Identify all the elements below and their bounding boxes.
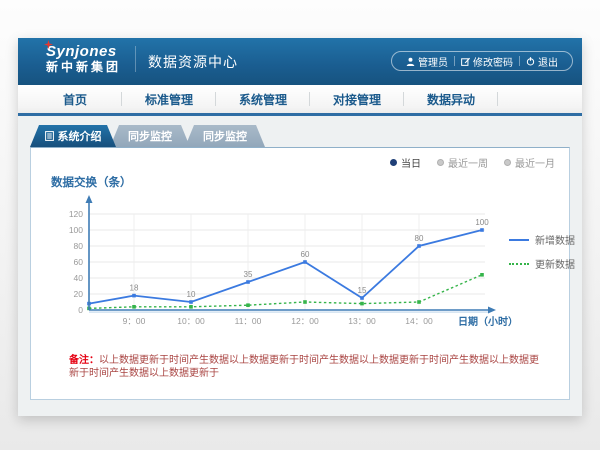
svg-text:100: 100	[69, 225, 83, 235]
nav-item-home[interactable]: 首页	[28, 85, 122, 113]
document-icon	[45, 131, 54, 141]
change-password-button[interactable]: 修改密码	[455, 54, 519, 69]
main-navigation: 首页 标准管理 系统管理 对接管理 数据异动	[18, 85, 582, 113]
tab-sync-monitor-1[interactable]: 同步监控	[110, 125, 190, 147]
chart-y-axis-title: 数据交换（条）	[51, 174, 132, 190]
legend-swatch-solid	[509, 239, 529, 241]
footnote-label: 备注：	[69, 355, 99, 366]
screen: Synjones 新中新集团 数据资源中心 管理员 修改密码	[0, 0, 600, 450]
time-range-filter: 当日 最近一周 最近一月	[390, 155, 555, 170]
legend-label: 更新数据	[535, 256, 575, 271]
svg-text:80: 80	[415, 234, 424, 243]
footnote-text: 以上数据更新于时间产生数据以上数据更新于时间产生数据以上数据更新于时间产生数据以…	[69, 355, 539, 379]
radio-last-week[interactable]: 最近一周	[437, 155, 488, 170]
tab-label: 系统介绍	[58, 128, 102, 144]
brand: Synjones 新中新集团 数据资源中心	[46, 43, 238, 75]
footnote: 备注：以上数据更新于时间产生数据以上数据更新于时间产生数据以上数据更新于时间产生…	[69, 354, 539, 380]
portal-page: Synjones 新中新集团 数据资源中心 管理员 修改密码	[18, 38, 582, 416]
tab-label: 同步监控	[128, 128, 172, 144]
logo-star-icon	[44, 40, 53, 49]
svg-text:60: 60	[74, 257, 84, 267]
company-logo: Synjones 新中新集团	[46, 43, 135, 75]
edit-icon	[461, 57, 470, 66]
svg-text:11：00: 11：00	[235, 316, 262, 326]
tab-label: 同步监控	[203, 128, 247, 144]
svg-text:10：00: 10：00	[177, 316, 205, 326]
svg-text:18: 18	[130, 284, 139, 293]
svg-text:120: 120	[69, 209, 83, 219]
logo-text: Synjones	[46, 43, 121, 60]
svg-text:10: 10	[187, 290, 196, 299]
tab-bar: 同步监控 同步监控 系统介绍	[30, 125, 582, 147]
nav-item-integration-management[interactable]: 对接管理	[310, 85, 404, 113]
svg-text:35: 35	[244, 270, 253, 279]
svg-text:40: 40	[74, 273, 84, 283]
brand-divider	[135, 46, 136, 72]
radio-unselected-icon	[504, 159, 511, 166]
svg-text:0: 0	[78, 305, 83, 315]
logout-button[interactable]: 退出	[520, 54, 564, 69]
line-chart: 0 20 40 60 80 100 120 9：00 10：00 11：00 12：00 13：00 1…	[39, 192, 519, 334]
user-button[interactable]: 管理员	[400, 54, 454, 69]
change-password-label: 修改密码	[473, 54, 513, 69]
radio-today[interactable]: 当日	[390, 155, 421, 170]
radio-selected-icon	[390, 159, 397, 166]
svg-text:15: 15	[358, 286, 367, 295]
svg-text:60: 60	[301, 250, 310, 259]
chart-panel: 当日 最近一周 最近一月 数据交换（条） 0 20 40 60 80 100 120 9：00…	[30, 147, 570, 400]
svg-text:13：00: 13：00	[348, 316, 376, 326]
tab-system-intro[interactable]: 系统介绍	[30, 125, 116, 147]
svg-text:80: 80	[74, 241, 84, 251]
nav-item-system-management[interactable]: 系统管理	[216, 85, 310, 113]
svg-text:20: 20	[74, 289, 84, 299]
svg-text:9：00: 9：00	[123, 316, 146, 326]
radio-last-month[interactable]: 最近一月	[504, 155, 555, 170]
nav-item-standard-management[interactable]: 标准管理	[122, 85, 216, 113]
radio-label: 最近一月	[515, 155, 555, 170]
svg-text:14：00: 14：00	[405, 316, 433, 326]
chart-legend: 新增数据 更新数据	[509, 232, 575, 271]
app-header: Synjones 新中新集团 数据资源中心 管理员 修改密码	[18, 38, 582, 85]
user-label: 管理员	[418, 54, 448, 69]
svg-text:12：00: 12：00	[291, 316, 319, 326]
power-icon	[526, 57, 535, 66]
legend-item-new-data[interactable]: 新增数据	[509, 232, 575, 247]
radio-unselected-icon	[437, 159, 444, 166]
user-toolbar: 管理员 修改密码 退出	[391, 51, 573, 71]
page-title: 数据资源中心	[148, 52, 238, 72]
tab-sync-monitor-2[interactable]: 同步监控	[185, 125, 265, 147]
radio-label: 当日	[401, 155, 421, 170]
svg-text:100: 100	[475, 218, 489, 227]
user-icon	[406, 57, 415, 66]
legend-swatch-dashed	[509, 263, 529, 265]
logout-label: 退出	[538, 54, 558, 69]
nav-item-data-changes[interactable]: 数据异动	[404, 85, 498, 113]
legend-label: 新增数据	[535, 232, 575, 247]
radio-label: 最近一周	[448, 155, 488, 170]
nav-underline	[18, 113, 582, 116]
svg-text:日期（小时）: 日期（小时）	[458, 315, 518, 328]
legend-item-updated-data[interactable]: 更新数据	[509, 256, 575, 271]
logo-subtext: 新中新集团	[46, 60, 121, 75]
